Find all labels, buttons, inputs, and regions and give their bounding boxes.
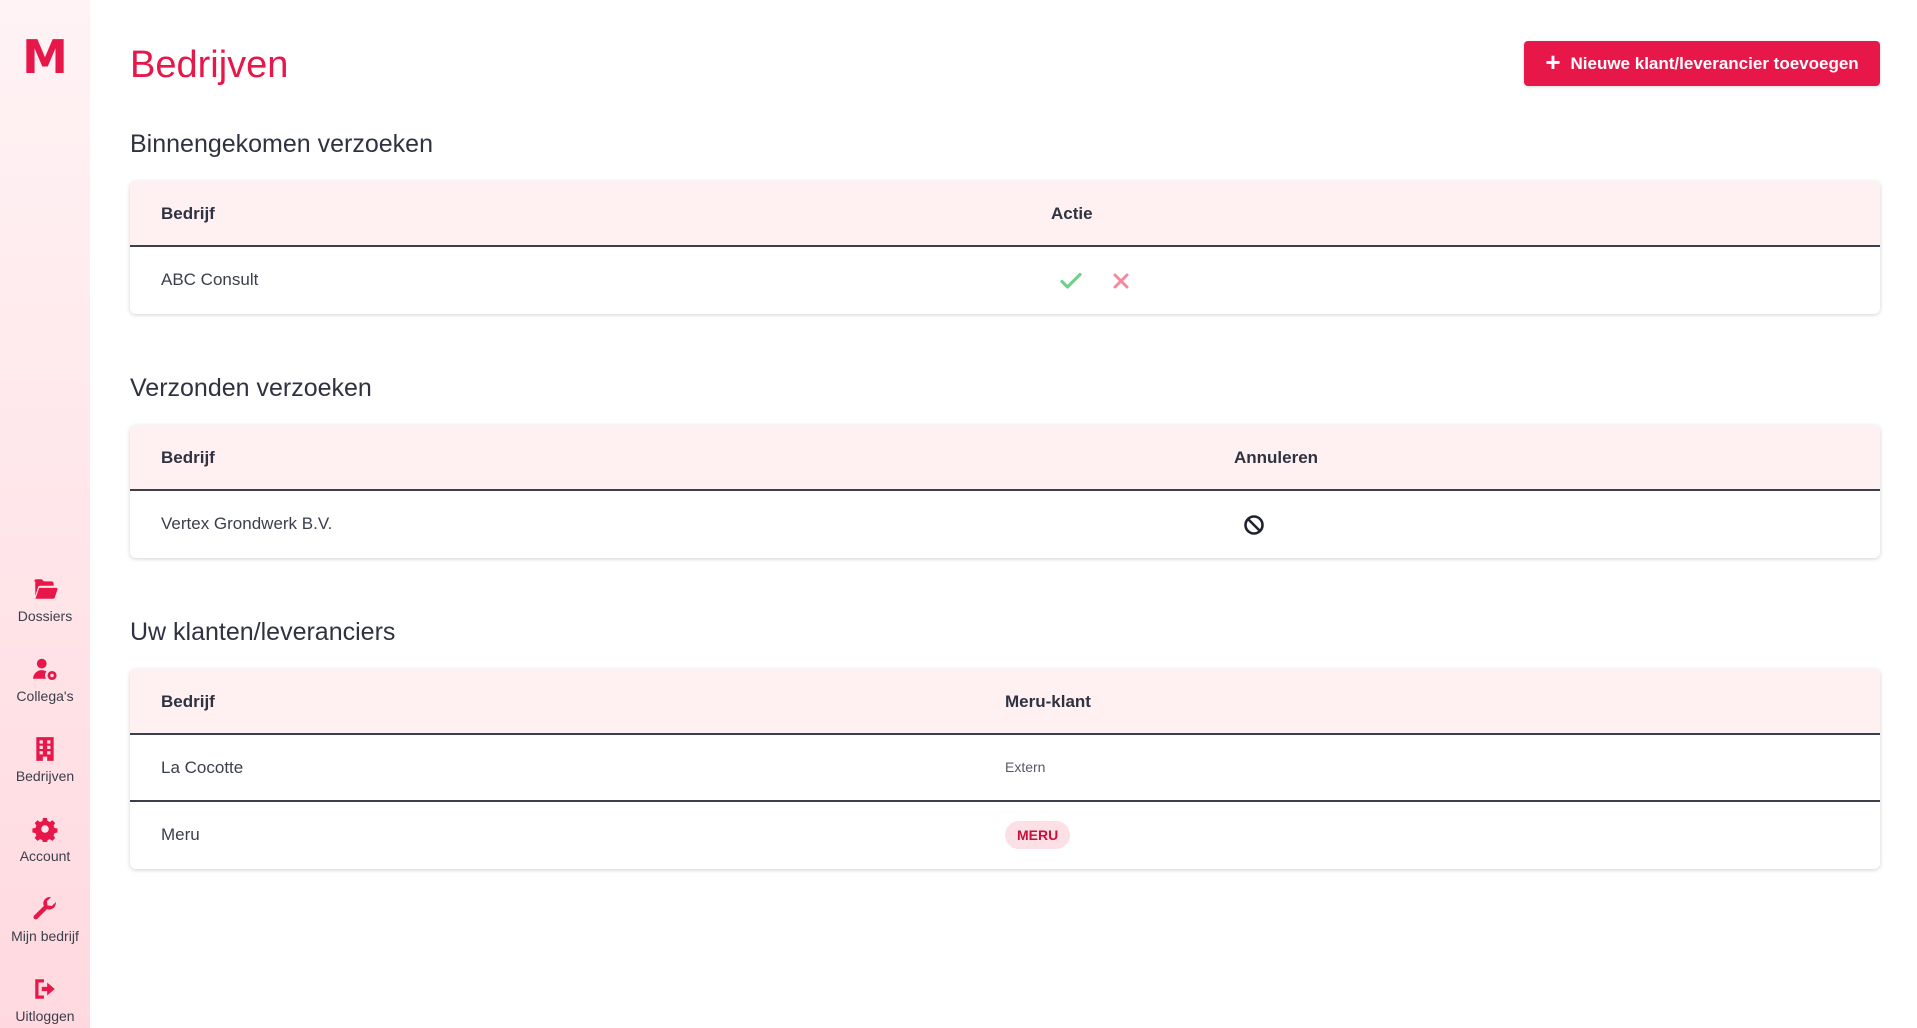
sidebar-item-collegas[interactable]: Collega's — [0, 640, 90, 720]
sidebar-item-label: Uitloggen — [15, 1008, 75, 1024]
column-header-company: Bedrijf — [161, 204, 215, 223]
column-header-company: Bedrijf — [161, 448, 215, 467]
reject-x-icon[interactable] — [1109, 269, 1133, 293]
sidebar: M Dossiers Collega's Bedrijven Account M… — [0, 0, 90, 1028]
page-title: Bedrijven — [130, 44, 289, 86]
company-name: Meru — [161, 825, 200, 844]
company-name: La Cocotte — [161, 758, 244, 777]
sidebar-item-uitloggen[interactable]: Uitloggen — [0, 960, 90, 1028]
incoming-requests-table: Bedrijf Actie ABC Consult — [130, 181, 1880, 314]
sidebar-item-label: Account — [19, 848, 71, 864]
client-type-label: Extern — [1005, 759, 1046, 775]
logout-icon — [35, 979, 55, 999]
incoming-requests-title: Binnengekomen verzoeken — [130, 130, 433, 158]
company-name: Vertex Grondwerk B.V. — [161, 514, 333, 533]
sidebar-item-mijn-bedrijf[interactable]: Mijn bedrijf — [0, 880, 90, 960]
clients-suppliers-table: Bedrijf Meru-klant La Cocotte Extern Mer… — [130, 669, 1880, 869]
column-header-company: Bedrijf — [161, 692, 215, 711]
logo[interactable]: M — [0, 34, 90, 80]
table-header: Bedrijf Meru-klant — [130, 669, 1880, 735]
table-row: La Cocotte Extern — [130, 735, 1880, 802]
column-header-action: Actie — [1051, 204, 1093, 223]
gear-icon — [32, 817, 58, 842]
clients-suppliers-title: Uw klanten/leveranciers — [130, 618, 396, 646]
add-button-label: Nieuwe klant/leverancier toevoegen — [1570, 53, 1859, 73]
sidebar-item-dossiers[interactable]: Dossiers — [0, 560, 90, 640]
table-header: Bedrijf Actie — [130, 181, 1880, 247]
sidebar-item-bedrijven[interactable]: Bedrijven — [0, 720, 90, 800]
table-row: Meru MERU — [130, 802, 1880, 869]
sent-requests-title: Verzonden verzoeken — [130, 374, 372, 402]
sidebar-item-label: Bedrijven — [15, 768, 75, 784]
table-row: Vertex Grondwerk B.V. — [130, 491, 1880, 558]
company-name: ABC Consult — [161, 270, 259, 289]
meru-badge: MERU — [1005, 821, 1071, 849]
sidebar-item-account[interactable]: Account — [0, 800, 90, 880]
add-client-supplier-button[interactable]: + Nieuwe klant/leverancier toevoegen — [1524, 41, 1880, 86]
plus-icon: + — [1545, 47, 1561, 77]
table-header: Bedrijf Annuleren — [130, 425, 1880, 491]
accept-check-icon[interactable] — [1059, 269, 1083, 293]
building-icon — [36, 737, 54, 761]
wrench-icon — [33, 896, 56, 920]
sidebar-item-label: Dossiers — [17, 608, 73, 624]
column-header-meru-client: Meru-klant — [1005, 692, 1091, 711]
sent-requests-table: Bedrijf Annuleren Vertex Grondwerk B.V. — [130, 425, 1880, 558]
sidebar-item-label: Collega's — [16, 688, 74, 704]
table-row: ABC Consult — [130, 247, 1880, 314]
user-gear-icon — [33, 658, 57, 681]
main-content: Bedrijven + Nieuwe klant/leverancier toe… — [130, 0, 1880, 1028]
sidebar-nav: Dossiers Collega's Bedrijven Account Mij… — [0, 560, 90, 1028]
folder-open-icon — [34, 579, 58, 599]
sidebar-item-label: Mijn bedrijf — [11, 928, 79, 944]
column-header-cancel: Annuleren — [1234, 448, 1319, 467]
cancel-ban-icon[interactable] — [1242, 513, 1266, 537]
